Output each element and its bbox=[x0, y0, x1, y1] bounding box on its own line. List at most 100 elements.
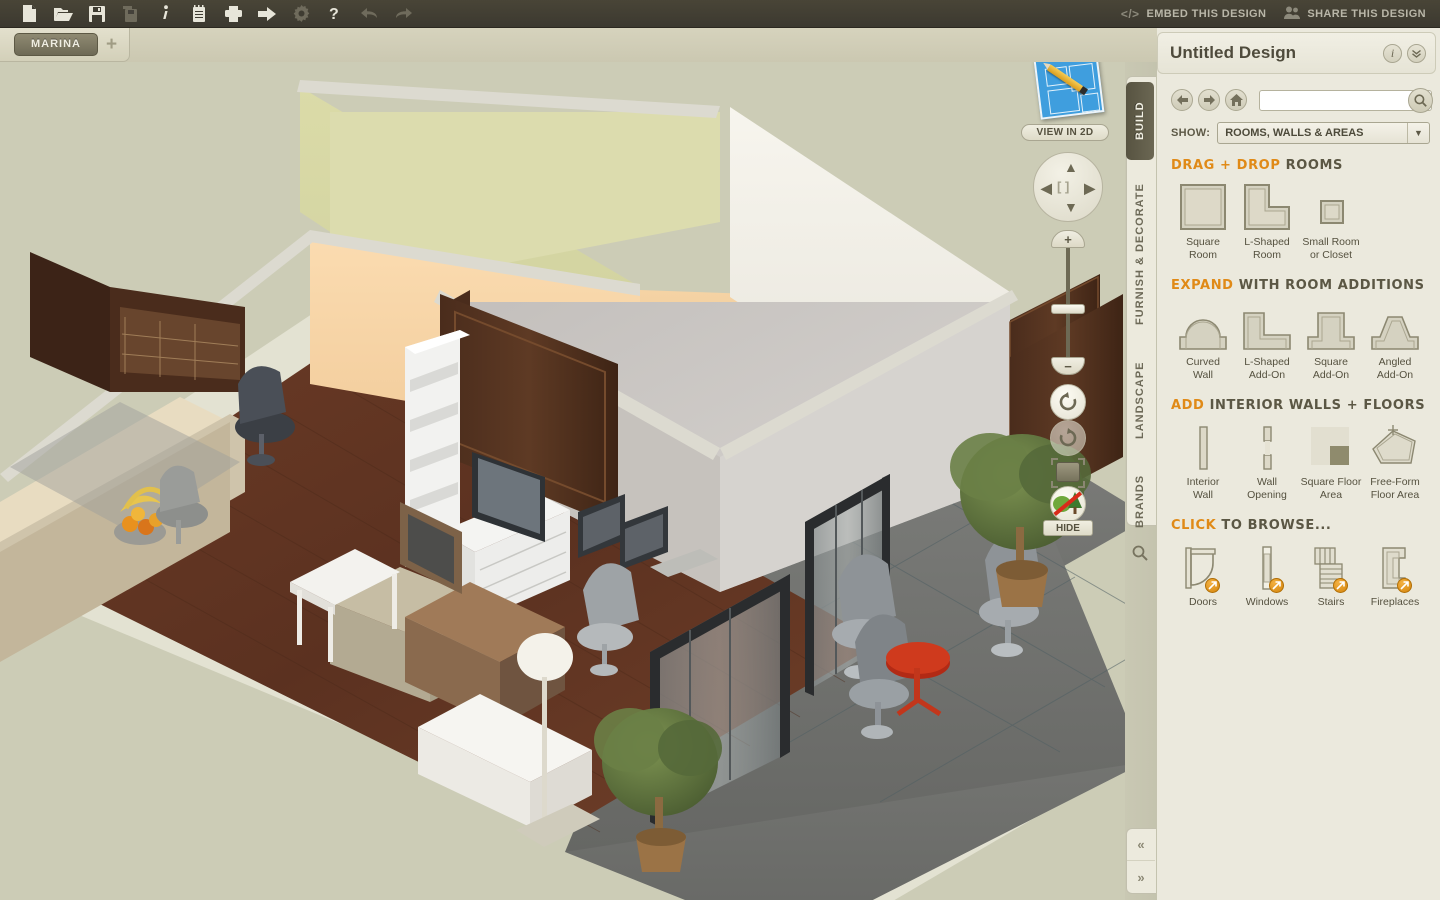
tile-windows[interactable]: Windows bbox=[1235, 543, 1299, 609]
view-in-2d-button[interactable]: VIEW IN 2D bbox=[1021, 124, 1109, 141]
section-room-additions: EXPAND WITH ROOM ADDITIONS Curved Wall L-… bbox=[1157, 264, 1440, 384]
blueprint-thumbnail-icon bbox=[1033, 62, 1105, 120]
home-design-app: ? </> EMBED THIS DESIGN SHARE THIS DESIG… bbox=[0, 0, 1440, 900]
tile-label: Wall Opening bbox=[1247, 476, 1287, 501]
tile-l-shaped-room[interactable]: L-Shaped Room bbox=[1235, 183, 1299, 262]
tile-label: Stairs bbox=[1317, 596, 1345, 608]
panel-navigation bbox=[1157, 81, 1440, 119]
square-room-icon bbox=[1179, 183, 1227, 231]
zoom-slider-track bbox=[1066, 240, 1070, 366]
tile-wall-opening[interactable]: Wall Opening bbox=[1235, 423, 1299, 502]
print-icon[interactable] bbox=[216, 1, 250, 27]
tile-label: Windows bbox=[1245, 596, 1289, 608]
back-arrow-icon[interactable] bbox=[1171, 89, 1193, 111]
show-select[interactable]: ROOMS, WALLS & AREAS ▼ bbox=[1217, 122, 1430, 144]
pan-up-arrow[interactable]: ▲ bbox=[1064, 159, 1078, 175]
search-icon[interactable] bbox=[1132, 545, 1148, 566]
search-input[interactable] bbox=[1259, 89, 1432, 111]
notes-icon[interactable] bbox=[182, 1, 216, 27]
design-tab-marina[interactable]: MARINA bbox=[14, 33, 98, 56]
section-title-rest: WITH ROOM ADDITIONS bbox=[1238, 278, 1425, 293]
tab-build[interactable]: BUILD bbox=[1126, 82, 1154, 160]
snapshot-frame bbox=[1056, 462, 1080, 482]
panel-collapse-controls: « » bbox=[1126, 828, 1156, 894]
collapse-next-button[interactable]: » bbox=[1127, 861, 1155, 893]
tile-label: L-Shaped Add-On bbox=[1244, 356, 1290, 381]
tile-square-room[interactable]: Square Room bbox=[1171, 183, 1235, 262]
hide-trees-icon[interactable] bbox=[1050, 486, 1086, 522]
build-panel: Untitled Design i SHOW: ROOMS, WALLS & A… bbox=[1157, 28, 1440, 900]
share-design-link[interactable]: SHARE THIS DESIGN bbox=[1284, 6, 1426, 22]
tile-row: Doors Windows Stairs Fireplaces bbox=[1171, 543, 1430, 609]
chevron-down-icon[interactable]: ▼ bbox=[1407, 123, 1429, 143]
rotate-right-icon[interactable] bbox=[1050, 420, 1086, 456]
tile-row: Square Room L-Shaped Room Small Room or Clo… bbox=[1171, 183, 1430, 262]
rotate-left-icon[interactable] bbox=[1050, 384, 1086, 420]
tile-stairs[interactable]: Stairs bbox=[1299, 543, 1363, 609]
pan-control-disc[interactable]: ▲ ▼ ◀ ▶ [ ] bbox=[1033, 152, 1103, 222]
save-icon[interactable] bbox=[80, 1, 114, 27]
redo-icon[interactable] bbox=[386, 1, 420, 27]
pan-right-arrow[interactable]: ▶ bbox=[1084, 180, 1095, 197]
tile-fireplaces[interactable]: Fireplaces bbox=[1363, 543, 1427, 609]
save-as-icon[interactable] bbox=[114, 1, 148, 27]
snapshot-icon[interactable] bbox=[1051, 458, 1085, 488]
tile-label: Small Room or Closet bbox=[1302, 236, 1360, 261]
tab-brands[interactable]: BRANDS bbox=[1125, 462, 1155, 540]
chevron-down-icon[interactable] bbox=[1407, 43, 1426, 63]
view-in-2d-thumbnail[interactable] bbox=[1033, 62, 1107, 124]
open-folder-icon[interactable] bbox=[46, 1, 80, 27]
window-icon bbox=[1244, 543, 1290, 593]
settings-gear-icon[interactable] bbox=[284, 1, 318, 27]
tile-angled-add-on[interactable]: Angled Add-On bbox=[1363, 303, 1427, 382]
section-title-highlight: EXPAND bbox=[1171, 278, 1234, 293]
tile-square-floor-area[interactable]: Square Floor Area bbox=[1299, 423, 1363, 502]
info-icon[interactable] bbox=[148, 1, 182, 27]
tile-label: Angled Add-On bbox=[1376, 356, 1414, 381]
toolbar-icon-group: ? bbox=[0, 1, 420, 27]
tile-label: Square Floor Area bbox=[1300, 476, 1362, 501]
stairs-icon bbox=[1308, 543, 1354, 593]
interior-wall-icon bbox=[1179, 423, 1227, 471]
embed-design-label: EMBED THIS DESIGN bbox=[1146, 7, 1267, 20]
tile-l-shaped-add-on[interactable]: L-Shaped Add-On bbox=[1235, 303, 1299, 382]
vertical-tab-rail: BUILD FURNISH & DECORATE LANDSCAPE BRAND… bbox=[1125, 62, 1157, 900]
tile-free-form-floor-area[interactable]: Free-Form Floor Area bbox=[1363, 423, 1427, 502]
hide-trees-label[interactable]: HIDE bbox=[1043, 520, 1093, 536]
panel-header: Untitled Design i bbox=[1157, 32, 1436, 74]
square-floor-icon bbox=[1307, 423, 1355, 471]
pan-down-arrow[interactable]: ▼ bbox=[1064, 199, 1078, 215]
tile-curved-wall[interactable]: Curved Wall bbox=[1171, 303, 1235, 382]
tile-small-room-or-closet[interactable]: Small Room or Closet bbox=[1299, 183, 1363, 262]
section-title: DRAG + DROP ROOMS bbox=[1171, 158, 1430, 173]
collapse-prev-button[interactable]: « bbox=[1127, 829, 1155, 861]
forward-arrow-icon[interactable] bbox=[1198, 89, 1220, 111]
export-icon[interactable] bbox=[250, 1, 284, 27]
home-icon[interactable] bbox=[1225, 89, 1247, 111]
embed-design-link[interactable]: </> EMBED THIS DESIGN bbox=[1121, 7, 1266, 21]
undo-icon[interactable] bbox=[352, 1, 386, 27]
search-icon[interactable] bbox=[1408, 87, 1433, 113]
tile-square-add-on[interactable]: Square Add-On bbox=[1299, 303, 1363, 382]
help-icon[interactable]: ? bbox=[318, 1, 352, 27]
tile-label: Interior Wall bbox=[1186, 476, 1220, 501]
isometric-floorplan-scene[interactable] bbox=[0, 62, 1125, 900]
tab-landscape[interactable]: LANDSCAPE bbox=[1125, 344, 1155, 456]
info-icon[interactable]: i bbox=[1383, 43, 1402, 63]
tab-furnish-decorate[interactable]: FURNISH & DECORATE bbox=[1125, 170, 1155, 338]
tile-doors[interactable]: Doors bbox=[1171, 543, 1235, 609]
zoom-slider-handle[interactable] bbox=[1051, 304, 1085, 314]
design-viewport-3d[interactable]: VIEW IN 2D ▲ ▼ ◀ ▶ [ ] + − HIDE bbox=[0, 62, 1125, 900]
section-title: ADD INTERIOR WALLS + FLOORS bbox=[1171, 398, 1430, 413]
pan-center-button[interactable]: [ ] bbox=[1057, 179, 1069, 194]
tile-label: Free-Form Floor Area bbox=[1370, 476, 1420, 501]
pan-left-arrow[interactable]: ◀ bbox=[1041, 180, 1052, 197]
zoom-slider[interactable]: + − bbox=[1051, 230, 1085, 375]
new-document-icon[interactable] bbox=[12, 1, 46, 27]
small-room-icon bbox=[1307, 183, 1355, 231]
main-toolbar: ? </> EMBED THIS DESIGN SHARE THIS DESIG… bbox=[0, 0, 1440, 28]
tile-interior-wall[interactable]: Interior Wall bbox=[1171, 423, 1235, 502]
show-filter-row: SHOW: ROOMS, WALLS & AREAS ▼ bbox=[1157, 119, 1440, 144]
add-design-tab-button[interactable]: + bbox=[106, 35, 117, 54]
browse-badge-icon bbox=[1205, 578, 1220, 593]
